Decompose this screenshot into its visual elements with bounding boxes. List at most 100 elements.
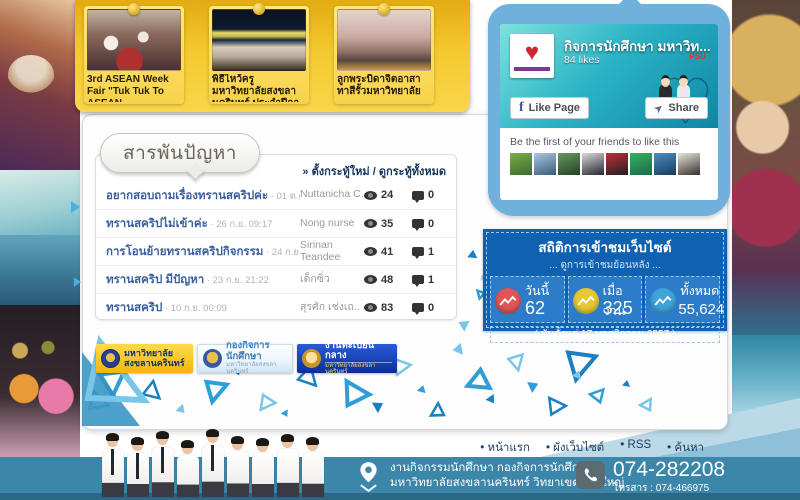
views-icon — [364, 303, 377, 312]
stat-label: ทั้งหมด — [680, 284, 720, 298]
footer-fax-number: โทรสาร : 074-466975 — [613, 483, 710, 495]
photo-blue-band — [0, 235, 80, 305]
views-count: 83 — [381, 301, 394, 314]
students-group-photo — [85, 427, 340, 497]
banner-subtitle: สงขลานครินทร์ — [124, 357, 185, 368]
topic-author: Nong nurse — [300, 216, 355, 229]
stats-title: สถิติการเข้าชมเว็บไซต์ — [538, 240, 672, 255]
comments-count: 1 — [428, 273, 435, 286]
news-thumbnail-volunteer-painting[interactable] — [337, 9, 431, 71]
facebook-share-button[interactable]: ➤ Share — [645, 97, 708, 119]
forum-topic-row[interactable]: ทรานสคริป10 ก.ย. 00:09 สุรศัก เช่งเถ.. 8… — [96, 293, 456, 321]
news-caption[interactable]: พิธีไหว้ครู มหาวิทยาลัยสงขลานครินทร์ ประ… — [212, 74, 306, 102]
topic-author: Nuttanicha C. — [300, 188, 364, 201]
comments-count: 0 — [428, 217, 435, 230]
forum-heading-bubble: สารพันปัญหา — [100, 133, 260, 173]
comments-icon — [412, 303, 424, 315]
banner-student-affairs-division[interactable]: กองกิจการนักศึกษา มหาวิทยาลัยสงขลานครินทร… — [197, 341, 293, 375]
friend-avatars — [510, 153, 708, 175]
banner-subtitle: มหาวิทยาลัยสงขลานครินทร์ — [226, 362, 277, 375]
footer-link-search[interactable]: ค้นหา — [667, 439, 704, 457]
views-count: 48 — [381, 273, 394, 286]
stats-since-note: ( นับตั้งแต่ 17 พฤศจิกายน 2557 ) — [490, 326, 720, 343]
student-figure — [276, 434, 299, 497]
footer-link-sitemap[interactable]: ผังเว็บไซต์ — [546, 439, 604, 457]
avatar[interactable] — [534, 153, 556, 175]
news-card[interactable]: ลูกพระบิดาจิตอาสา ทาสีรั้วมหาวิทยาลัย — [334, 3, 434, 104]
visitor-stats-panel: สถิติการเข้าชมเว็บไซต์ ... ดูการเข้าชมย้… — [483, 229, 727, 343]
phone-icon — [576, 461, 605, 489]
topic-author: เด็กซิ่ว — [300, 272, 330, 285]
comments-icon — [412, 275, 424, 287]
left-photo-collage — [0, 0, 80, 500]
logo-banner — [514, 67, 550, 71]
banner-central-registry[interactable]: งานทะเบียนกลาง มหาวิทยาลัยสงขลานครินทร์ — [297, 341, 397, 375]
stat-today: วันนี้ 62 — [490, 276, 565, 323]
news-thumbnail-asean-fair[interactable] — [87, 9, 181, 71]
page: 3rd ASEAN Week Fair "Tuk Tuk To ASEAN พิ… — [0, 0, 800, 500]
facebook-like-page-button[interactable]: f Like Page — [510, 97, 590, 119]
share-label: Share — [668, 102, 699, 114]
psu-emblem-icon — [302, 349, 321, 368]
topic-author: Sirinan Teandee — [300, 239, 341, 263]
topic-title[interactable]: อยากสอบถามเรื่องทรานสคริปค่ะ — [106, 190, 268, 202]
forum-topic-row[interactable]: อยากสอบถามเรื่องทรานสคริปค่ะ01 ต.ค. 09:2… — [96, 181, 456, 209]
topic-title[interactable]: ทรานสคริปไม่เข้าค่ะ — [106, 218, 208, 230]
topic-title[interactable]: ทรานสคริป มีปัญหา — [106, 274, 204, 286]
topic-title[interactable]: ทรานสคริป — [106, 302, 162, 314]
arrow-triangle-icon — [71, 201, 80, 213]
forum-topic-row[interactable]: ทรานสคริป มีปัญหา23 ก.ย. 21:22 เด็กซิ่ว … — [96, 265, 456, 293]
news-card[interactable]: 3rd ASEAN Week Fair "Tuk Tuk To ASEAN — [84, 3, 184, 104]
avatar[interactable] — [558, 153, 580, 175]
forum-topic-row[interactable]: การโอนย้ายทรานสคริปกิจกรรม24 ก.ย. 10:56 … — [96, 237, 456, 265]
news-card[interactable]: พิธีไหว้ครู มหาวิทยาลัยสงขลานครินทร์ ประ… — [209, 3, 309, 104]
stats-history-link[interactable]: ... ดูการเข้าชมย้อนหลัง ... — [489, 258, 721, 273]
photo-cultural-parade — [0, 0, 80, 170]
news-caption[interactable]: ลูกพระบิดาจิตอาสา ทาสีรั้วมหาวิทยาลัย — [337, 74, 431, 98]
student-figure — [151, 431, 174, 497]
forum-new-topic-link[interactable]: » ตั้งกระทู้ใหม่ / ดูกระทู้ทั้งหมด — [302, 162, 446, 180]
topic-date: 23 ก.ย. 21:22 — [204, 275, 269, 286]
facebook-widget-container: ♡ PSU ♥ กิจการนักศึกษา มหาวิท... 84 like… — [488, 0, 730, 216]
avatar[interactable] — [582, 153, 604, 175]
stat-total: ทั้งหมด 55,624 — [645, 276, 724, 323]
student-figure — [226, 436, 249, 497]
chart-line-icon — [572, 288, 599, 314]
views-count: 24 — [381, 189, 394, 201]
views-icon — [364, 219, 377, 228]
banner-title: กองกิจการนักศึกษา — [226, 341, 270, 362]
footer-navigation: หน้าแรก ผังเว็บไซต์ RSS ค้นหา — [480, 439, 704, 457]
topic-title[interactable]: การโอนย้ายทรานสคริปกิจกรรม — [106, 246, 263, 258]
student-figure — [101, 433, 124, 497]
avatar[interactable] — [510, 153, 532, 175]
stat-yesterday: เมื่อวาน 325 — [567, 276, 643, 323]
footer-link-home[interactable]: หน้าแรก — [480, 439, 529, 457]
student-figure — [301, 437, 324, 497]
forum-topic-row[interactable]: ทรานสคริปไม่เข้าค่ะ26 ก.ย. 09:17 Nong nu… — [96, 209, 456, 237]
right-photo-collage — [732, 0, 800, 500]
topic-date: 01 ต.ค. 09:23 — [268, 191, 300, 202]
views-count: 41 — [381, 245, 394, 258]
forum-topic-list: อยากสอบถามเรื่องทรานสคริปค่ะ01 ต.ค. 09:2… — [96, 181, 456, 321]
topic-date: 10 ก.ย. 00:09 — [162, 303, 227, 314]
news-caption[interactable]: 3rd ASEAN Week Fair "Tuk Tuk To ASEAN — [87, 74, 181, 102]
photo-teal-wave — [732, 335, 800, 457]
news-thumbnail-waikru-ceremony[interactable] — [212, 9, 306, 71]
comments-icon — [412, 219, 424, 231]
avatar[interactable] — [630, 153, 652, 175]
forum-panel: » ตั้งกระทู้ใหม่ / ดูกระทู้ทั้งหมด อยากส… — [95, 154, 457, 320]
photo-performers — [0, 305, 80, 457]
facebook-profile-picture[interactable]: ♥ — [510, 34, 554, 78]
avatar[interactable] — [606, 153, 628, 175]
avatar[interactable] — [654, 153, 676, 175]
photo-thai-dancer — [732, 0, 800, 335]
comments-count: 0 — [428, 301, 435, 314]
student-figure — [201, 429, 224, 497]
like-page-label: Like Page — [528, 102, 581, 114]
banner-psu-university[interactable]: มหาวิทยาลัย สงขลานครินทร์ — [96, 344, 193, 373]
footer-link-rss[interactable]: RSS — [620, 439, 652, 457]
facebook-like-count: 84 likes — [564, 54, 600, 66]
avatar[interactable] — [678, 153, 700, 175]
facebook-f-icon: f — [519, 100, 524, 115]
stat-value: 62 — [525, 298, 546, 318]
